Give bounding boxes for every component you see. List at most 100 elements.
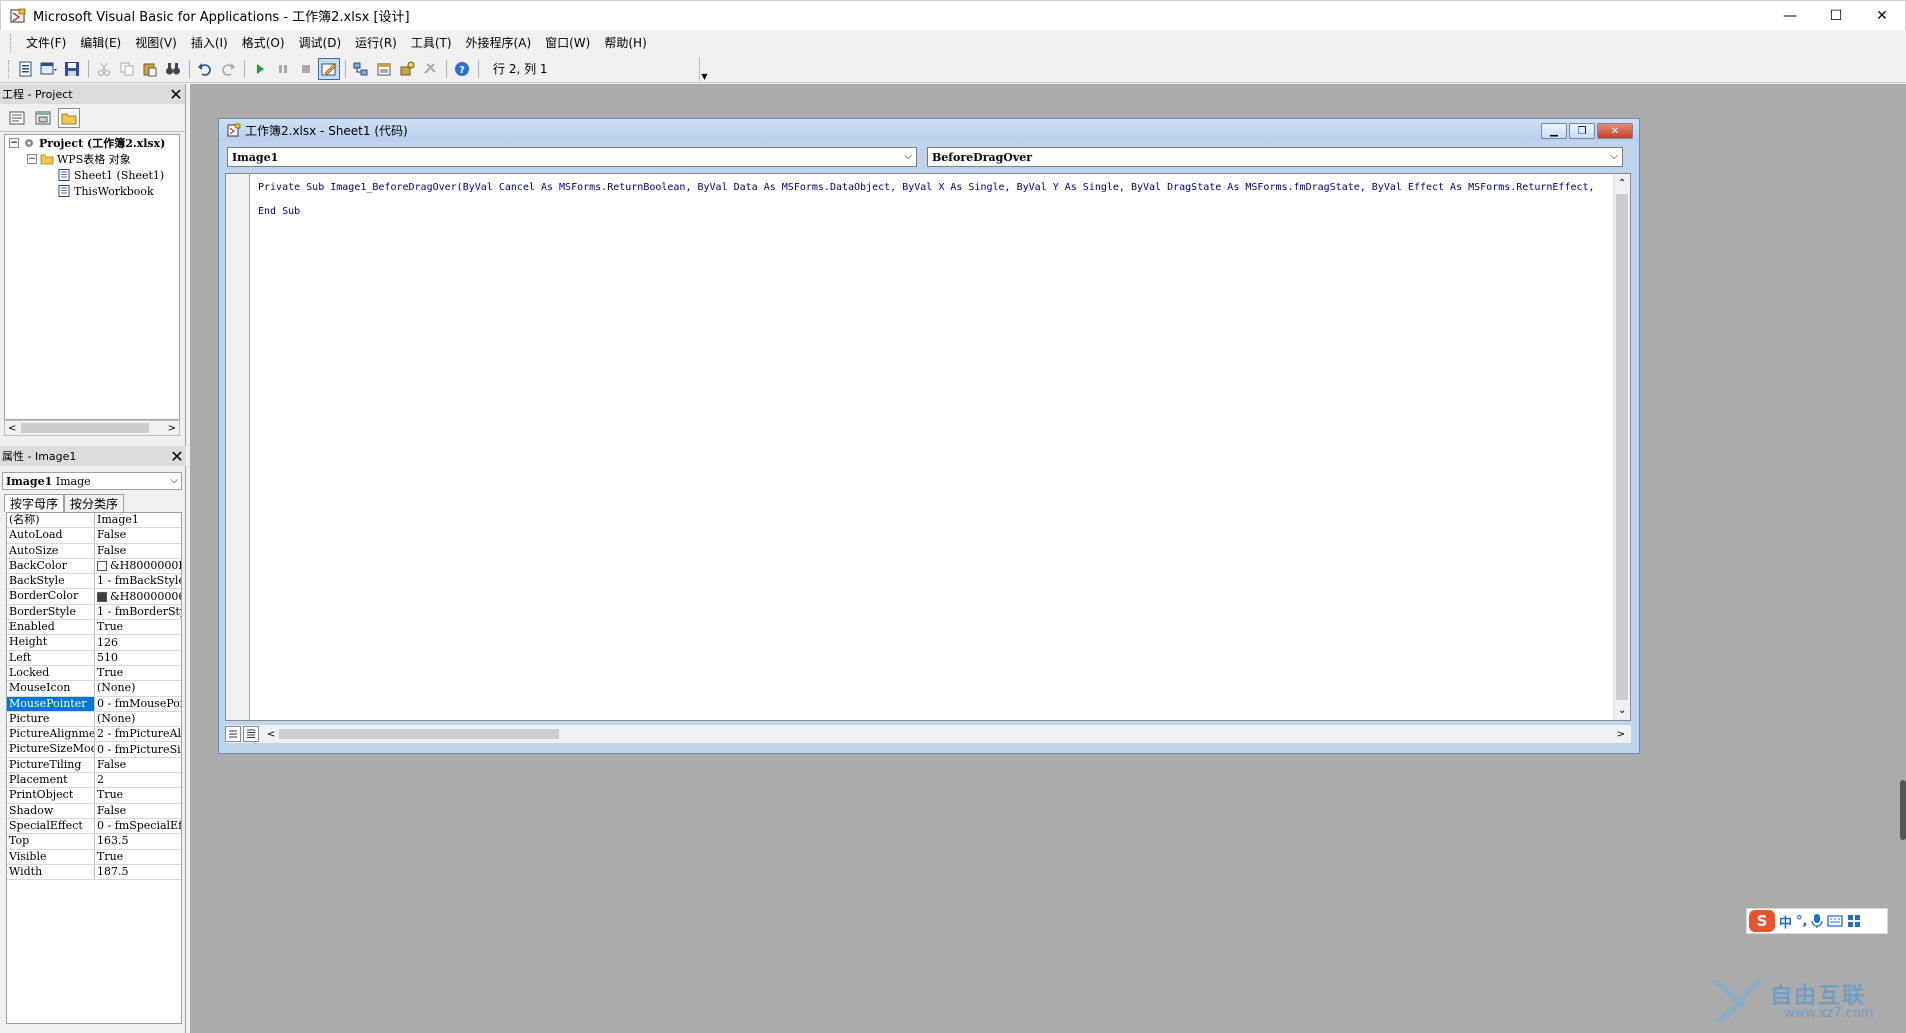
close-button[interactable]: ✕: [1859, 1, 1905, 31]
property-row[interactable]: PictureTiling False: [7, 757, 181, 774]
property-row[interactable]: PrintObject True: [7, 788, 181, 804]
property-value[interactable]: Image1: [95, 513, 181, 527]
property-row[interactable]: BackColor&H8000000F&: [7, 558, 181, 575]
property-name[interactable]: Left: [7, 650, 95, 665]
scroll-right-icon[interactable]: >: [1617, 729, 1625, 740]
chevron-down-icon[interactable]: ⌵: [1610, 151, 1618, 162]
property-row[interactable]: SpecialEffect0 - fmSpecialEffectFlat: [7, 818, 181, 835]
maximize-button[interactable]: ☐: [1813, 1, 1859, 31]
cut-button[interactable]: [93, 58, 115, 80]
chevron-down-icon[interactable]: ⌄: [1618, 705, 1626, 716]
code-window-titlebar[interactable]: 工作簿2.xlsx - Sheet1 (代码) ▁ ❐ ✕: [219, 119, 1639, 141]
microphone-icon[interactable]: [1811, 910, 1824, 932]
property-row[interactable]: AutoSize False: [7, 543, 181, 559]
property-name[interactable]: AutoSize: [7, 543, 95, 558]
break-button[interactable]: [272, 58, 294, 80]
property-name[interactable]: Visible: [7, 849, 95, 864]
toolbox-grid-icon[interactable]: [1847, 910, 1861, 932]
property-name[interactable]: BackStyle: [7, 574, 95, 589]
property-name[interactable]: PictureTiling: [7, 757, 95, 773]
property-row[interactable]: Top 163.5: [7, 834, 181, 850]
tree-item-thisworkbook[interactable]: ThisWorkbook: [5, 183, 179, 199]
redo-button[interactable]: [217, 58, 239, 80]
property-row[interactable]: Width 187.5: [7, 864, 181, 881]
property-row[interactable]: Placement 2: [7, 773, 181, 789]
find-button[interactable]: [162, 58, 184, 80]
menu-help[interactable]: 帮助(H): [597, 30, 653, 56]
collapse-toggle[interactable]: −: [9, 138, 19, 148]
property-value[interactable]: False: [95, 528, 181, 542]
copy-button[interactable]: [116, 58, 138, 80]
toggle-folders-button[interactable]: [58, 107, 80, 128]
undo-button[interactable]: [194, 58, 216, 80]
property-value[interactable]: 2: [95, 773, 181, 787]
code-window-close-button[interactable]: ✕: [1597, 123, 1633, 139]
code-hscrollbar[interactable]: < >: [261, 726, 1631, 742]
property-row[interactable]: MouseIcon (None): [7, 681, 181, 697]
menu-addins[interactable]: 外接程序(A): [459, 30, 539, 56]
menu-debug[interactable]: 调试(D): [292, 30, 349, 56]
property-value[interactable]: 163.5: [95, 834, 181, 848]
tree-folder-node[interactable]: − WPS表格 对象: [5, 151, 179, 167]
menu-edit[interactable]: 编辑(E): [73, 30, 128, 56]
property-value[interactable]: False: [95, 758, 181, 772]
chevron-up-icon[interactable]: ⌃: [1618, 178, 1626, 189]
chevron-down-icon[interactable]: ⌵: [904, 151, 912, 162]
property-value[interactable]: True: [95, 788, 181, 802]
help-button[interactable]: ?: [451, 58, 473, 80]
code-editor[interactable]: Private Sub Image1_BeforeDragOver(ByVal …: [225, 173, 1631, 721]
property-value[interactable]: 0 - fmPictureSizeModeClip: [95, 742, 181, 756]
property-value[interactable]: 187.5: [95, 865, 181, 879]
property-row[interactable]: PictureAlignment2 - fmPictureAlignmentCe…: [7, 727, 181, 743]
keyboard-icon[interactable]: [1827, 910, 1844, 932]
view-object-button[interactable]: [32, 108, 54, 128]
menu-file[interactable]: 文件(F): [19, 30, 73, 56]
property-value[interactable]: 1 - fmBackStyleOpaque: [95, 574, 181, 588]
menu-run[interactable]: 运行(R): [348, 30, 404, 56]
property-value[interactable]: True: [95, 666, 181, 680]
code-line[interactable]: End Sub: [258, 200, 1614, 224]
property-name[interactable]: PictureSizeMode: [7, 742, 95, 757]
menu-insert[interactable]: 插入(I): [184, 30, 235, 56]
property-value[interactable]: 2 - fmPictureAlignmentCenter: [95, 727, 181, 741]
menu-tools[interactable]: 工具(T): [404, 30, 459, 56]
ime-mode-toggle[interactable]: 中: [1779, 910, 1792, 932]
property-name[interactable]: BorderColor: [7, 589, 95, 604]
property-value[interactable]: &H80000006&: [95, 589, 181, 603]
property-name[interactable]: Enabled: [7, 620, 95, 635]
property-name[interactable]: (名称): [7, 513, 95, 528]
tree-project-node[interactable]: − Project (工作簿2.xlsx): [5, 135, 179, 151]
property-value[interactable]: (None): [95, 712, 181, 726]
property-name[interactable]: MouseIcon: [7, 681, 95, 696]
reset-button[interactable]: [295, 58, 317, 80]
property-row[interactable]: BorderStyle1 - fmBorderStyleSingle: [7, 604, 181, 621]
property-name[interactable]: Top: [7, 834, 95, 849]
property-name[interactable]: Width: [7, 864, 95, 880]
full-module-view-button[interactable]: [243, 726, 259, 742]
scroll-thumb[interactable]: [21, 423, 149, 433]
code-window-minimize-button[interactable]: ▁: [1541, 123, 1567, 139]
property-value[interactable]: 510: [95, 651, 181, 665]
property-value[interactable]: 126: [95, 635, 181, 649]
property-name[interactable]: Height: [7, 635, 95, 650]
property-name[interactable]: SpecialEffect: [7, 818, 95, 834]
scroll-left-icon[interactable]: <: [267, 729, 275, 740]
menu-grip[interactable]: [10, 34, 13, 52]
collapse-toggle[interactable]: −: [27, 154, 37, 164]
property-name[interactable]: Picture: [7, 711, 95, 727]
property-row[interactable]: Enabled True: [7, 620, 181, 636]
property-name[interactable]: AutoLoad: [7, 528, 95, 543]
punctuation-icon[interactable]: °,: [1796, 910, 1807, 932]
properties-window-button[interactable]: [373, 58, 395, 80]
property-value[interactable]: True: [95, 620, 181, 634]
property-value[interactable]: False: [95, 544, 181, 558]
property-name[interactable]: PrintObject: [7, 788, 95, 803]
property-row[interactable]: Visible True: [7, 849, 181, 865]
paste-button[interactable]: [139, 58, 161, 80]
procedure-combo[interactable]: BeforeDragOver ⌵: [927, 147, 1623, 167]
scroll-thumb[interactable]: [1616, 194, 1628, 700]
property-row[interactable]: BorderColor&H80000006&: [7, 589, 181, 605]
code-margin[interactable]: [226, 174, 250, 720]
property-row[interactable]: (名称) Image1: [7, 513, 181, 529]
property-row[interactable]: Left 510: [7, 650, 181, 666]
